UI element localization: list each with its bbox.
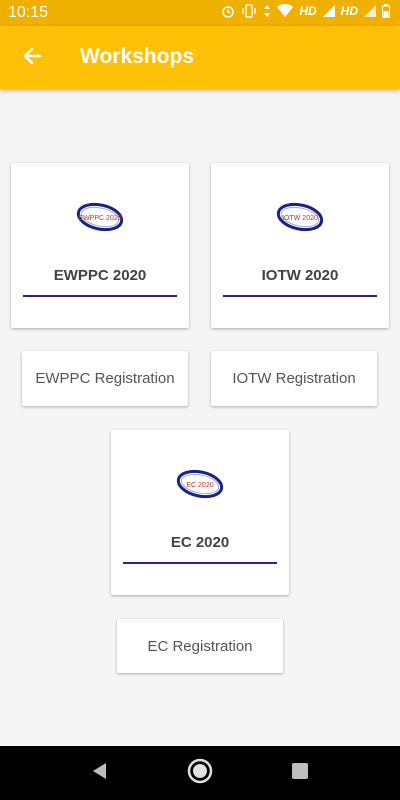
nav-recents-button[interactable] — [286, 759, 314, 787]
workshop-title: EC 2020 — [170, 534, 230, 551]
alarm-icon — [221, 4, 235, 18]
status-icons: HD HD — [221, 4, 390, 18]
back-button[interactable] — [10, 36, 54, 80]
title-underline — [223, 295, 377, 297]
hd-label-1: HD — [299, 4, 317, 18]
hd-label-2: HD — [340, 4, 358, 18]
signal-icon-2 — [364, 5, 376, 17]
title-underline — [123, 562, 277, 564]
iotw-registration-button[interactable]: IOTW Registration — [211, 351, 377, 406]
ewppc-registration-button[interactable]: EWPPC Registration — [22, 351, 188, 406]
workshop-logo-ewppc: EWPPC 2020 — [75, 200, 125, 234]
recents-square-icon — [291, 762, 309, 785]
workshop-title: EWPPC 2020 — [53, 267, 147, 284]
status-time: 10:15 — [8, 4, 49, 21]
workshop-card-ewppc[interactable]: EWPPC 2020 EWPPC 2020 — [11, 163, 189, 328]
workshop-card-ec[interactable]: EC 2020 EC 2020 — [111, 430, 289, 595]
system-nav-bar — [0, 746, 400, 800]
status-bar: 10:15 HD HD — [0, 0, 400, 26]
signal-icon — [322, 5, 335, 17]
wifi-icon — [277, 4, 294, 18]
arrow-left-icon — [22, 46, 42, 71]
logo-text: EWPPC 2020 — [78, 215, 121, 222]
nav-back-button[interactable] — [86, 759, 114, 787]
workshop-logo-ec: EC 2020 — [175, 467, 225, 501]
app-bar: Workshops — [0, 26, 400, 89]
back-triangle-icon — [91, 762, 109, 785]
workshop-logo-iotw: IOTW 2020 — [275, 200, 325, 234]
data-arrows-icon — [263, 4, 271, 18]
workshop-card-iotw[interactable]: IOTW 2020 IOTW 2020 — [211, 163, 389, 328]
workshop-title: IOTW 2020 — [261, 267, 339, 284]
home-circle-icon — [187, 758, 213, 789]
ec-registration-button[interactable]: EC Registration — [117, 619, 283, 673]
logo-text: IOTW 2020 — [282, 215, 318, 222]
vibrate-icon — [241, 4, 257, 18]
page-title: Workshops — [80, 45, 194, 68]
battery-icon — [382, 4, 390, 18]
title-underline — [23, 295, 177, 297]
nav-home-button[interactable] — [186, 758, 214, 789]
logo-text: EC 2020 — [186, 482, 213, 489]
